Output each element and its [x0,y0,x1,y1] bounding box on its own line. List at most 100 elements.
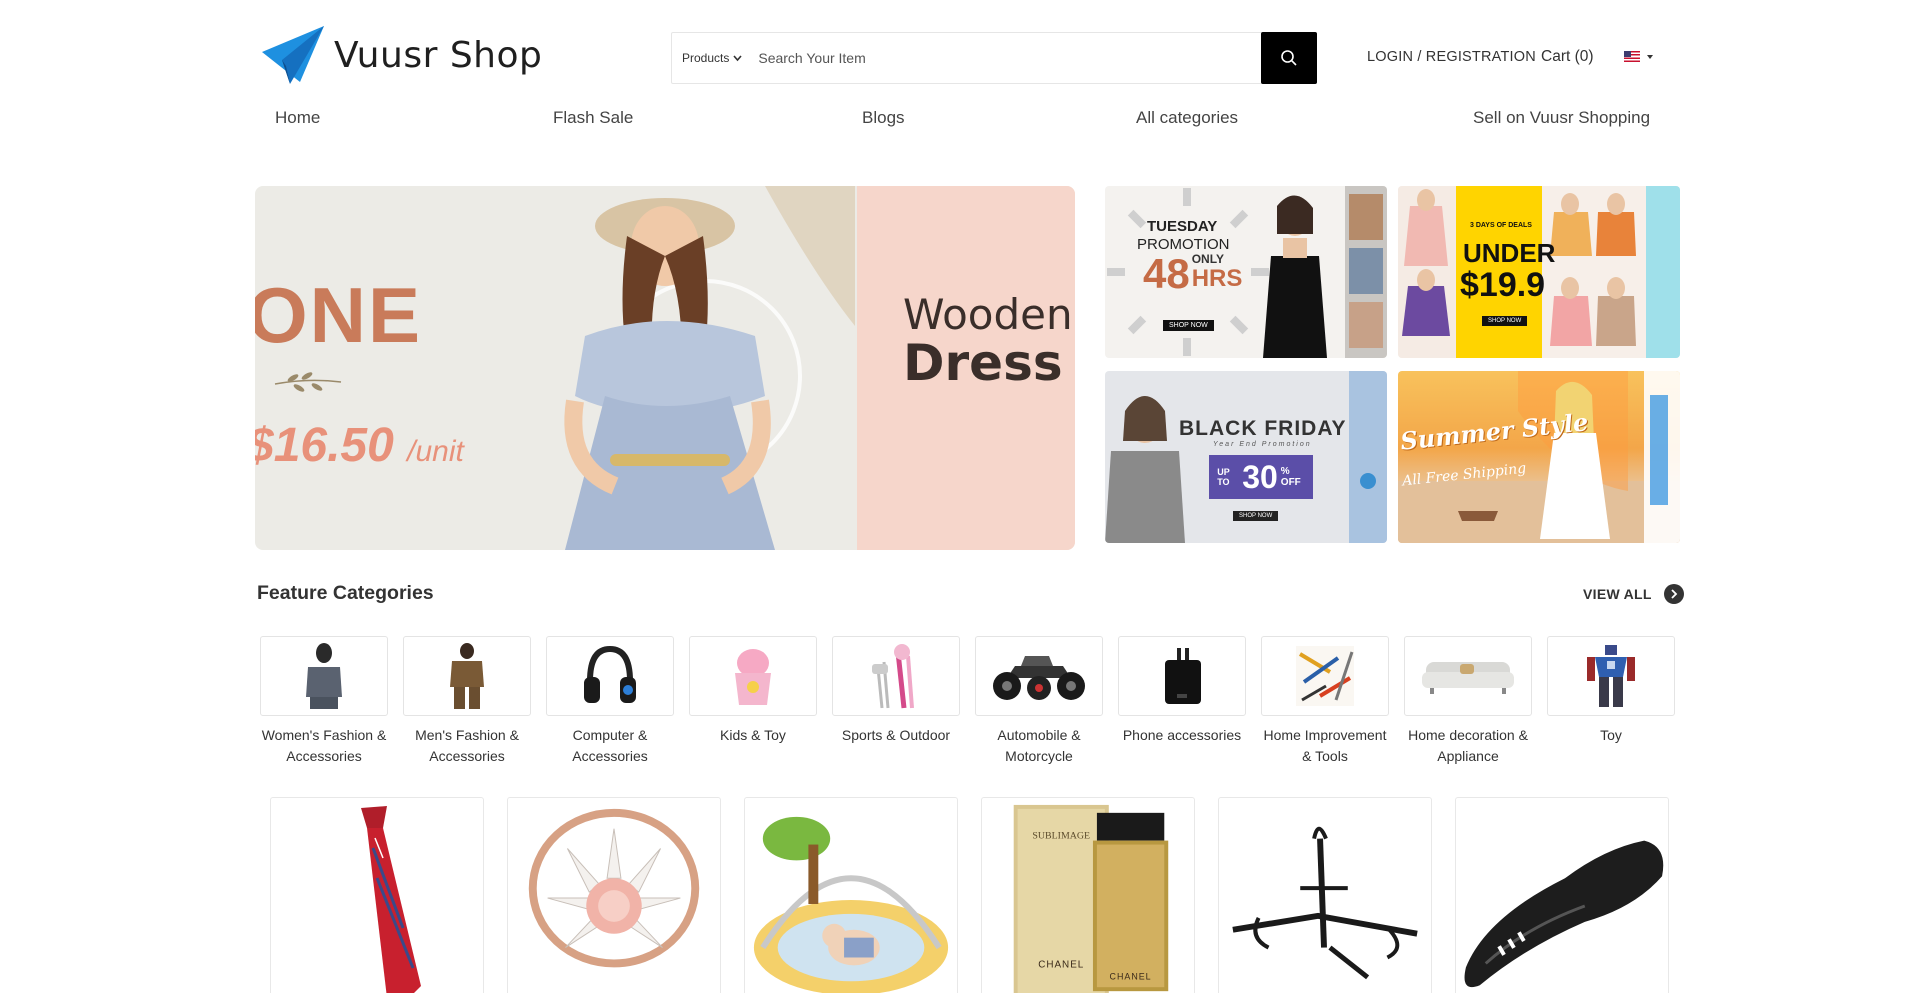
chevron-right-circle-icon [1663,584,1684,604]
category-home-decoration[interactable]: Home decoration & Appliance [1404,636,1532,767]
promo-1-line1: TUESDAY [1147,218,1218,235]
promo-3-suffix: % OFF [1280,466,1301,488]
hero-model-image [564,186,855,550]
search-input[interactable] [752,33,1261,83]
promo-2-line2: UNDER [1463,238,1556,268]
ring-icon [528,808,700,968]
promo-summer-style[interactable]: Summer Style All Free Shipping [1398,371,1680,543]
site-header: Vuusr Shop Products LOGIN / REGISTRATION… [0,0,1920,127]
promo-1-model-image [1263,186,1387,358]
brand-name: Vuusr Shop [334,34,543,76]
hero-word: ONE [255,271,423,359]
promo-2-big: $19.9 [1460,266,1546,304]
category-label: Home decoration & Appliance [1408,727,1528,764]
category-image [1261,636,1389,716]
product-card-bike-rack[interactable] [1218,797,1432,993]
category-image [1547,636,1675,716]
hero-title-line2: Dress [903,334,1063,392]
promo-3-line2: Year End Promotion [1213,441,1312,448]
category-mens-fashion[interactable]: Men's Fashion & Accessories [403,636,531,767]
product-card-necktie[interactable] [270,797,484,993]
promo-1-big-number: 48 [1143,250,1190,297]
category-label: Automobile & Motorcycle [997,727,1081,764]
perfume-box-text: SUBLIMAGE [1032,831,1090,842]
promo-3-cta: SHOP NOW [1233,511,1279,521]
category-computer[interactable]: Computer & Accessories [546,636,674,767]
promo-3-big: 30 [1242,458,1278,495]
hero-price-unit: /unit [407,435,464,468]
promo-2-cta: SHOP NOW [1482,316,1528,326]
hero-title-line1: Wooden [903,290,1073,339]
search-bar: Products [671,32,1317,84]
hero-price-value: $16.50 [255,419,394,472]
promo-1-only: ONLY [1191,252,1224,266]
atv-icon [993,656,1085,700]
perfume-bottle-brand: CHANEL [1110,971,1152,981]
feature-categories-title: Feature Categories [257,582,434,604]
logo[interactable]: Vuusr Shop [260,24,542,86]
necktie-icon [361,806,421,993]
main-nav: Home Flash Sale Blogs All categories Sel… [0,108,1920,132]
hero-price: $16.50 /unit [255,418,464,473]
category-image [1118,636,1246,716]
category-label: Kids & Toy [720,727,786,743]
promo-1-cta: SHOP NOW [1163,320,1214,331]
product-card-bike-saddle[interactable] [1455,797,1669,993]
promo-tuesday[interactable]: TUESDAY PROMOTION 48 ONLY HRS SHOP NOW [1105,186,1387,358]
promo-1-hrs: HRS [1191,265,1243,292]
promo-under-19[interactable]: 3 DAYS OF DEALS UNDER $19.9 SHOP NOW [1398,186,1680,358]
view-all-label: VIEW ALL [1583,586,1652,602]
bike-saddle-icon [1464,840,1664,988]
category-toy[interactable]: Toy [1547,636,1675,746]
leaf-ornament-icon [274,372,342,392]
category-label: Phone accessories [1122,727,1242,743]
robot-toy-icon [1587,645,1635,707]
category-image [403,636,531,716]
search-icon [1281,50,1297,66]
headphones-icon [584,645,636,703]
category-phone-accessories[interactable]: Phone accessories [1118,636,1246,746]
nav-blogs[interactable]: Blogs [862,108,905,128]
promo-black-friday[interactable]: BLACK FRIDAY Year End Promotion UP TO 30… [1105,371,1387,543]
search-category-select[interactable]: Products [672,33,752,83]
category-label: Sports & Outdoor [841,727,951,743]
promo-3-line1: BLACK FRIDAY [1179,417,1347,440]
tools-icon [1296,646,1354,706]
play-gym-icon [753,816,949,993]
bike-rack-icon [1232,826,1418,980]
category-image [1404,636,1532,716]
category-label: Women's Fashion & Accessories [261,727,387,764]
nav-home[interactable]: Home [275,108,320,128]
nav-sell[interactable]: Sell on Vuusr Shopping [1473,108,1650,128]
promo-1-big: 48 ONLY HRS [1143,252,1242,296]
product-card-perfume[interactable]: SUBLIMAGE CHANEL CHANEL [981,797,1195,993]
women-fashion-icon [306,643,342,709]
category-label: Computer & Accessories [572,727,648,764]
nav-flash-sale[interactable]: Flash Sale [553,108,633,128]
login-registration-link[interactable]: LOGIN / REGISTRATION [1367,49,1536,65]
category-label: Toy [1600,727,1622,743]
cart-link[interactable]: Cart (0) [1541,48,1594,66]
search-button[interactable] [1261,32,1317,84]
promo-4-beach-image [1398,371,1680,543]
product-card-play-gym[interactable] [744,797,958,993]
promo-2-line1: 3 DAYS OF DEALS [1470,222,1532,229]
category-home-improvement[interactable]: Home Improvement & Tools [1261,636,1389,767]
men-fashion-icon [450,643,484,709]
category-image [689,636,817,716]
category-label: Home Improvement & Tools [1263,727,1387,764]
view-all-link[interactable]: VIEW ALL [1583,584,1684,604]
category-automobile[interactable]: Automobile & Motorcycle [975,636,1103,767]
caret-down-icon [1647,54,1653,59]
promo-3-badge: UP TO 30 % OFF [1209,455,1313,499]
us-flag-icon [1624,51,1640,62]
category-kids-toy[interactable]: Kids & Toy [689,636,817,746]
sofa-icon [1422,662,1514,694]
language-selector[interactable] [1624,51,1653,62]
category-image [260,636,388,716]
nav-all-categories[interactable]: All categories [1136,108,1238,128]
product-card-ring[interactable] [507,797,721,993]
hero-banner[interactable]: ONE $16.50 /unit Wooden Dress [255,186,1075,550]
category-sports[interactable]: Sports & Outdoor [832,636,960,746]
category-womens-fashion[interactable]: Women's Fashion & Accessories [260,636,388,767]
